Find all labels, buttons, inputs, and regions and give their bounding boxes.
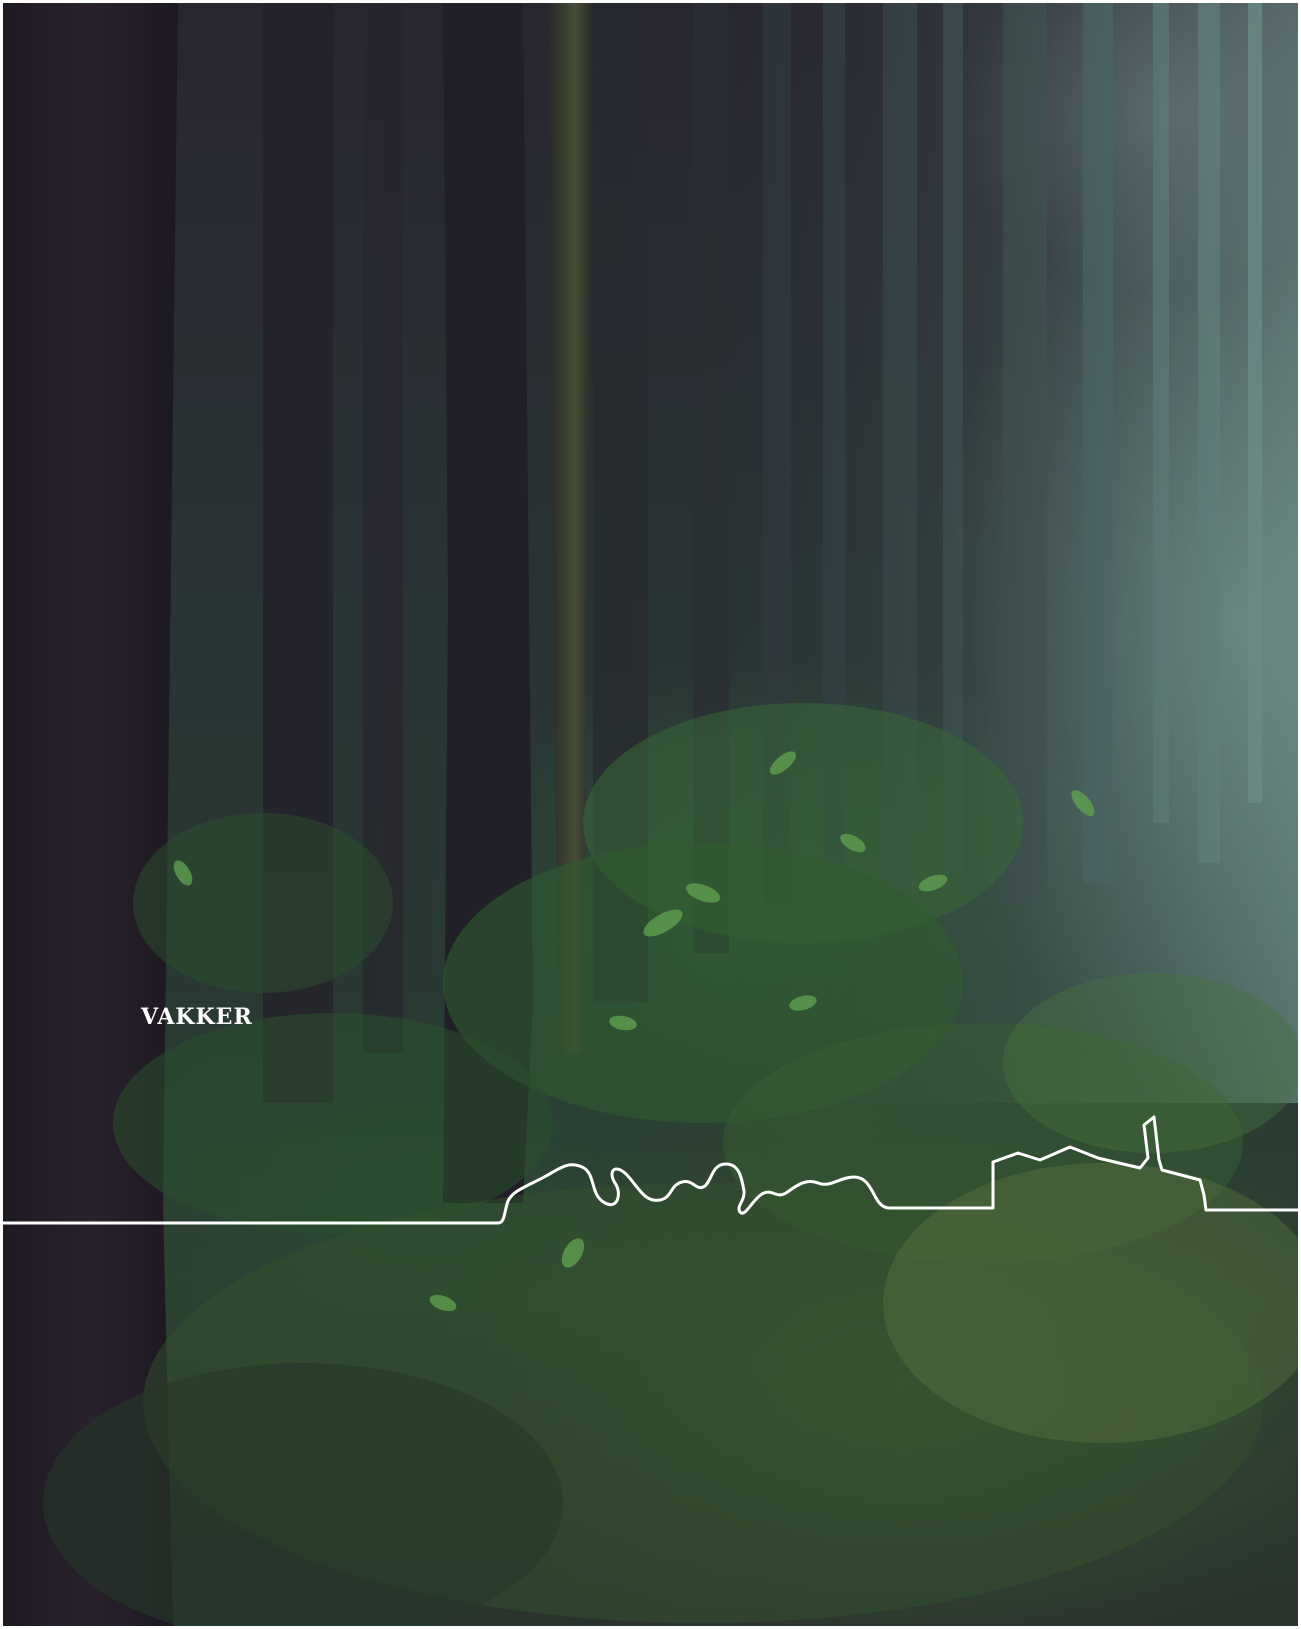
- forest-illustration: [3, 3, 1298, 1626]
- forest-photo: [3, 3, 1298, 1626]
- caption-text: VAKKER: [141, 1004, 253, 1030]
- page: VAKKER: [0, 0, 1301, 1629]
